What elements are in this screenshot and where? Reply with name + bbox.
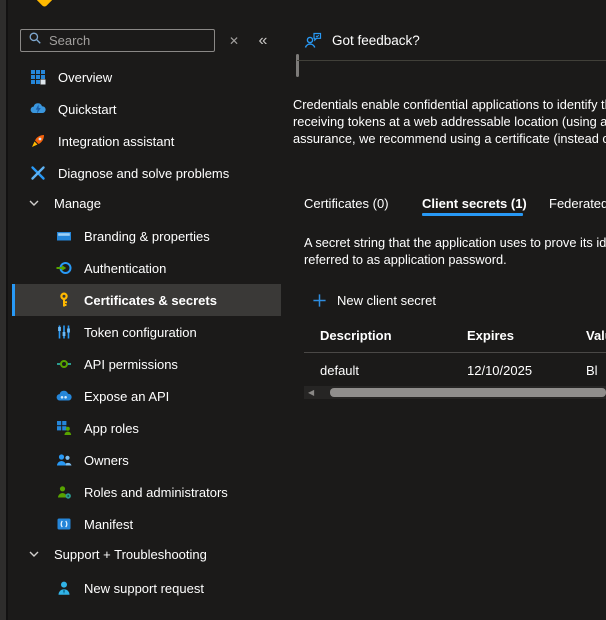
token-configuration-icon xyxy=(56,324,72,340)
sidebar-item-label: Integration assistant xyxy=(58,134,174,149)
sidebar-item-label: API permissions xyxy=(84,357,178,372)
expose-api-icon xyxy=(56,388,72,404)
sidebar-item-label: Overview xyxy=(58,70,112,85)
branding-icon xyxy=(56,228,72,244)
search-icon xyxy=(28,31,42,50)
got-feedback-button[interactable]: Got feedback? xyxy=(304,32,420,49)
sidebar-item-label: App roles xyxy=(84,421,139,436)
search-input[interactable] xyxy=(49,33,199,48)
new-client-secret-label: New client secret xyxy=(337,293,436,308)
sidebar-item-new-support-request[interactable]: New support request xyxy=(56,572,204,604)
tab-client-secrets[interactable]: Client secrets (1) xyxy=(422,196,527,213)
got-feedback-label: Got feedback? xyxy=(332,33,420,48)
sidebar-item-api-permissions[interactable]: API permissions xyxy=(56,348,178,380)
credentials-intro-line3: assurance, we recommend using a certific… xyxy=(293,130,606,147)
sidebar-item-authentication[interactable]: Authentication xyxy=(56,252,166,284)
api-permissions-icon xyxy=(56,356,72,372)
sidebar-item-label: Manifest xyxy=(84,517,133,532)
column-header-expires[interactable]: Expires xyxy=(467,328,514,343)
owners-icon xyxy=(56,452,72,468)
sidebar-item-branding-properties[interactable]: Branding & properties xyxy=(56,220,210,252)
sidebar-item-label: Owners xyxy=(84,453,129,468)
sidebar-item-label: New support request xyxy=(84,581,204,596)
page-key-icon xyxy=(35,0,53,8)
sidebar-group-label: Support + Troubleshooting xyxy=(54,547,207,562)
sidebar-item-overview[interactable]: Overview xyxy=(30,61,112,93)
authentication-icon xyxy=(56,260,72,276)
search-clear-icon[interactable]: ✕ xyxy=(223,29,245,52)
overview-icon xyxy=(30,69,46,85)
sidebar-group-support-troubleshooting[interactable]: Support + Troubleshooting xyxy=(26,538,207,570)
sidebar-item-integration-assistant[interactable]: Integration assistant xyxy=(30,125,174,157)
sidebar-search-box[interactable] xyxy=(20,29,215,52)
chevron-down-icon xyxy=(26,546,42,562)
chevron-down-icon xyxy=(26,195,42,211)
left-panel-edge xyxy=(0,0,8,620)
feedback-icon xyxy=(304,32,323,49)
sidebar-item-roles-administrators[interactable]: Roles and administrators xyxy=(56,476,228,508)
tab-federated-credentials[interactable]: Federated credentials (0) xyxy=(549,196,606,213)
column-header-description[interactable]: Description xyxy=(320,328,392,343)
credentials-intro-line2: receiving tokens at a web addressable lo… xyxy=(293,113,606,130)
diagnose-tools-icon xyxy=(30,165,46,181)
key-icon xyxy=(56,292,72,308)
sidebar-item-expose-an-api[interactable]: Expose an API xyxy=(56,380,169,412)
table-header-divider xyxy=(304,352,606,353)
table-row-description-cell: default xyxy=(320,363,359,378)
app-window: ✕ « Overview Quickstart Integration assi… xyxy=(0,0,606,620)
column-header-value[interactable]: Value xyxy=(586,328,606,343)
header-divider xyxy=(297,60,606,61)
sidebar-item-label: Authentication xyxy=(84,261,166,276)
sidebar-item-label: Branding & properties xyxy=(84,229,210,244)
tab-certificates[interactable]: Certificates (0) xyxy=(304,196,389,213)
horizontal-scrollbar-thumb[interactable] xyxy=(330,388,606,397)
sidebar-item-certificates-secrets[interactable]: Certificates & secrets xyxy=(12,284,281,316)
active-tab-underline xyxy=(422,213,523,216)
sidebar-item-diagnose[interactable]: Diagnose and solve problems xyxy=(30,157,229,189)
table-row-value-cell: Bl xyxy=(586,363,598,378)
integration-assistant-icon xyxy=(30,133,46,149)
sidebar-item-label: Certificates & secrets xyxy=(84,293,217,308)
credentials-intro-line1: Credentials enable confidential applicat… xyxy=(293,96,606,113)
plus-icon xyxy=(312,293,327,308)
blade-scrollbar-thumb[interactable] xyxy=(296,54,299,77)
table-row-expires-cell: 12/10/2025 xyxy=(467,363,532,378)
scroll-left-arrow-icon[interactable]: ◀ xyxy=(308,388,314,397)
sidebar-item-token-configuration[interactable]: Token configuration xyxy=(56,316,197,348)
sidebar-item-quickstart[interactable]: Quickstart xyxy=(30,93,117,125)
sidebar-item-label: Expose an API xyxy=(84,389,169,404)
sidebar-collapse-icon[interactable]: « xyxy=(252,29,274,52)
sidebar-item-label: Diagnose and solve problems xyxy=(58,166,229,181)
horizontal-scrollbar[interactable]: ◀ xyxy=(304,386,606,399)
quickstart-icon xyxy=(30,101,46,117)
support-person-icon xyxy=(56,580,72,596)
new-client-secret-button[interactable]: New client secret xyxy=(312,293,436,308)
roles-administrators-icon xyxy=(56,484,72,500)
sidebar-item-label: Token configuration xyxy=(84,325,197,340)
sidebar-item-app-roles[interactable]: App roles xyxy=(56,412,139,444)
sidebar-group-manage[interactable]: Manage xyxy=(26,187,101,219)
sidebar-item-manifest[interactable]: Manifest xyxy=(56,508,133,540)
manifest-icon xyxy=(56,516,72,532)
sidebar-item-owners[interactable]: Owners xyxy=(56,444,129,476)
sidebar-item-label: Quickstart xyxy=(58,102,117,117)
secret-description-line2: referred to as application password. xyxy=(304,251,606,268)
sidebar-item-label: Roles and administrators xyxy=(84,485,228,500)
app-roles-icon xyxy=(56,420,72,436)
sidebar-group-label: Manage xyxy=(54,196,101,211)
secret-description-line1: A secret string that the application use… xyxy=(304,234,606,251)
